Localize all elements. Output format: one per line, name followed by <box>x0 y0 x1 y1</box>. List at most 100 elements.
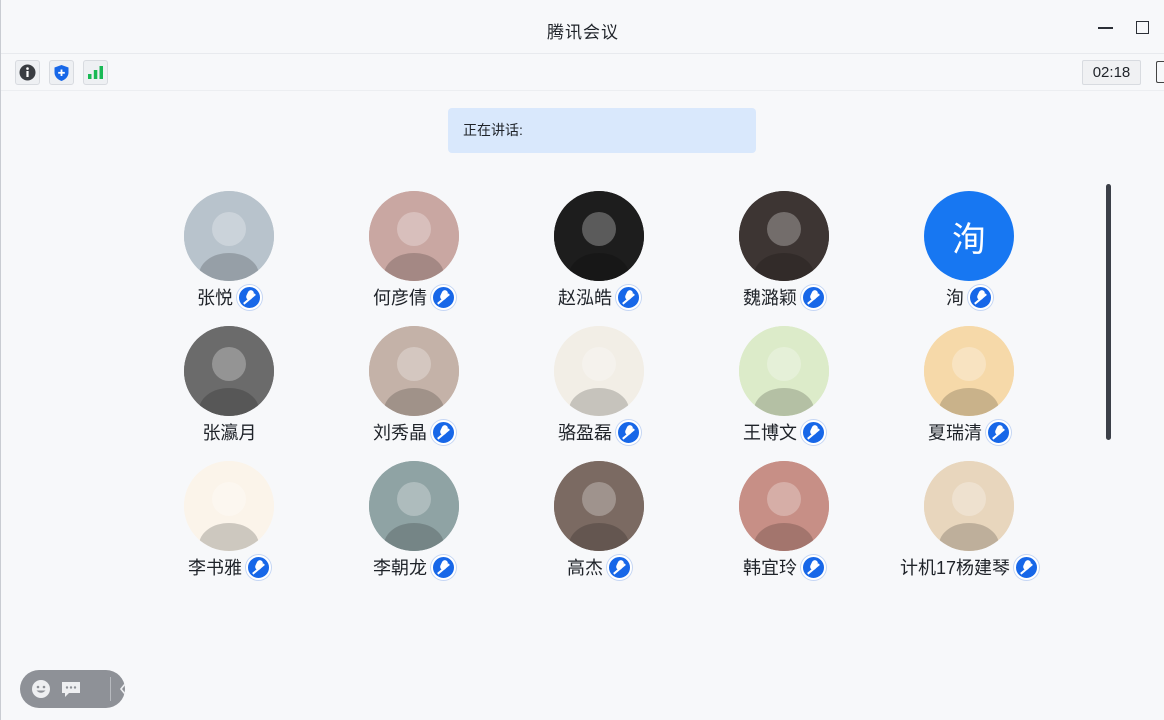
info-icon <box>19 64 36 81</box>
participant-name: 夏瑞清 <box>928 423 982 443</box>
avatar <box>369 326 459 416</box>
meeting-info-button[interactable] <box>15 60 40 85</box>
participant-scrollbar[interactable] <box>1106 184 1111 440</box>
mic-muted-icon <box>616 284 641 310</box>
participant-name: 李朝龙 <box>373 558 427 578</box>
chevron-left-icon <box>119 683 126 695</box>
avatar <box>184 461 274 551</box>
participant-name-row: 李朝龙 <box>322 554 507 580</box>
meeting-timer: 02:18 <box>1082 60 1141 85</box>
mic-muted-icon <box>801 284 826 310</box>
signal-bars-icon <box>88 66 103 79</box>
mic-muted-icon <box>801 554 826 580</box>
avatar <box>924 326 1014 416</box>
participant-name: 计机17杨建琴 <box>899 558 1011 578</box>
participant-tile[interactable]: 何彦倩 <box>322 191 507 311</box>
mic-muted-icon <box>1014 554 1040 580</box>
participant-tile[interactable]: 魏潞颖 <box>692 191 877 311</box>
mic-muted-icon <box>607 554 632 580</box>
chat-button[interactable] <box>60 679 82 699</box>
avatar <box>369 461 459 551</box>
participant-name: 高杰 <box>567 558 603 578</box>
security-button[interactable] <box>49 60 74 85</box>
avatar <box>554 191 644 281</box>
participant-name-row: 高杰 <box>507 554 692 580</box>
avatar <box>739 326 829 416</box>
minimize-button[interactable] <box>1095 16 1117 38</box>
network-status-button[interactable] <box>83 60 108 85</box>
bar-divider <box>110 677 111 701</box>
meeting-window: 腾讯会议 02:18 正在讲话: 张悦 何彦倩 赵泓皓 魏潞颖 洵 洵 张瀛月 … <box>0 0 1164 720</box>
avatar-photo <box>554 461 644 551</box>
participant-tile[interactable]: 韩宜玲 <box>692 461 877 581</box>
collapse-button[interactable] <box>112 679 134 699</box>
avatar <box>554 461 644 551</box>
participant-name-row: 夏瑞清 <box>877 419 1062 445</box>
participant-tile[interactable]: 张瀛月 <box>137 326 322 446</box>
participant-name: 张瀛月 <box>202 423 257 443</box>
mic-muted-icon <box>431 284 456 310</box>
participant-name-row: 刘秀晶 <box>322 419 507 445</box>
participant-tile[interactable]: 洵洵 <box>877 191 1062 311</box>
shield-icon <box>54 64 69 81</box>
meeting-toolbar: 02:18 <box>1 54 1164 91</box>
participant-tile[interactable]: 夏瑞清 <box>877 326 1062 446</box>
reaction-button[interactable] <box>30 679 52 699</box>
avatar <box>739 191 829 281</box>
mic-muted-icon <box>431 554 456 580</box>
avatar-photo <box>369 191 459 281</box>
participant-tile[interactable]: 计机17杨建琴 <box>877 461 1062 581</box>
avatar-photo <box>924 461 1014 551</box>
avatar <box>554 326 644 416</box>
avatar <box>184 191 274 281</box>
participant-tile[interactable]: 李书雅 <box>137 461 322 581</box>
avatar-photo <box>184 326 274 416</box>
participant-name-row: 王博文 <box>692 419 877 445</box>
participant-name-row: 魏潞颖 <box>692 284 877 310</box>
participant-tile[interactable]: 刘秀晶 <box>322 326 507 446</box>
participant-name-row: 张瀛月 <box>137 420 322 444</box>
avatar-photo <box>924 326 1014 416</box>
avatar-photo <box>739 191 829 281</box>
participant-tile[interactable]: 高杰 <box>507 461 692 581</box>
participant-tile[interactable]: 王博文 <box>692 326 877 446</box>
participant-name: 张悦 <box>197 288 233 308</box>
avatar-photo <box>369 461 459 551</box>
avatar-photo <box>369 326 459 416</box>
avatar-photo <box>554 191 644 281</box>
participant-tile[interactable]: 骆盈磊 <box>507 326 692 446</box>
speaking-label: 正在讲话: <box>463 122 523 138</box>
participant-tile[interactable]: 张悦 <box>137 191 322 311</box>
avatar-photo <box>739 461 829 551</box>
speaking-banner: 正在讲话: <box>448 108 756 153</box>
participant-name-row: 何彦倩 <box>322 284 507 310</box>
chat-icon <box>62 682 80 697</box>
participant-tile[interactable]: 赵泓皓 <box>507 191 692 311</box>
maximize-button[interactable] <box>1132 16 1154 38</box>
emoji-icon <box>32 680 50 698</box>
participant-name: 刘秀晶 <box>373 423 427 443</box>
participant-name: 魏潞颖 <box>743 288 797 308</box>
mic-muted-icon <box>968 284 993 310</box>
participant-name: 韩宜玲 <box>743 558 797 578</box>
avatar-initial: 洵 <box>952 219 986 260</box>
participant-name-row: 李书雅 <box>137 554 322 580</box>
participant-tile[interactable]: 李朝龙 <box>322 461 507 581</box>
avatar <box>924 461 1014 551</box>
mic-muted-icon <box>616 419 641 445</box>
participant-name: 王博文 <box>743 423 797 443</box>
participant-name: 赵泓皓 <box>558 288 612 308</box>
avatar <box>184 326 274 416</box>
title-bar: 腾讯会议 <box>1 0 1164 54</box>
participant-name-row: 赵泓皓 <box>507 284 692 310</box>
fullscreen-button[interactable] <box>1156 61 1164 83</box>
mic-muted-icon <box>801 419 826 445</box>
mic-muted-icon <box>431 419 456 445</box>
participant-name-row: 韩宜玲 <box>692 554 877 580</box>
mic-muted-icon <box>986 419 1011 445</box>
mic-muted-icon <box>237 284 262 310</box>
participant-name-row: 张悦 <box>137 284 322 310</box>
avatar-photo <box>739 326 829 416</box>
mic-muted-icon <box>246 554 271 580</box>
participant-name: 洵 <box>946 288 964 308</box>
